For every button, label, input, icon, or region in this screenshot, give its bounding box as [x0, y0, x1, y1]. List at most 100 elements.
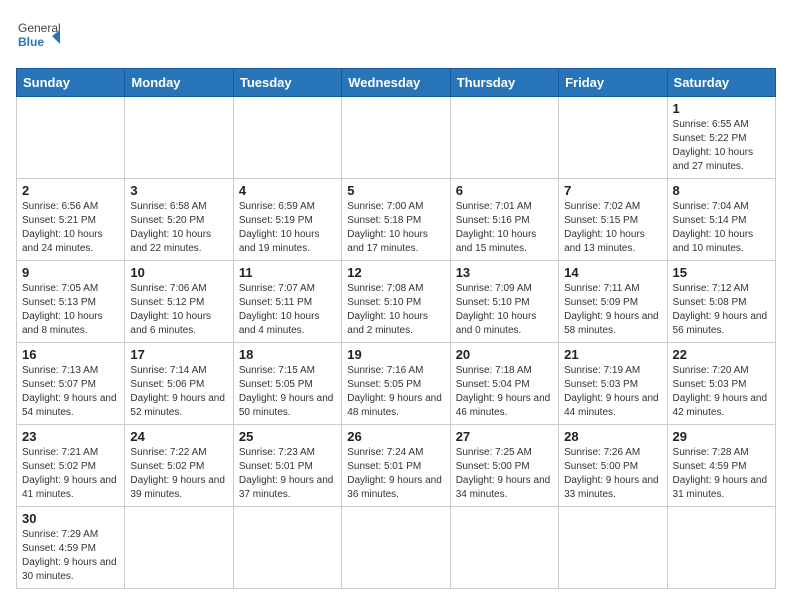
week-row-1: 1Sunrise: 6:55 AM Sunset: 5:22 PM Daylig…: [17, 97, 776, 179]
weekday-header-tuesday: Tuesday: [233, 69, 341, 97]
calendar-cell: 1Sunrise: 6:55 AM Sunset: 5:22 PM Daylig…: [667, 97, 775, 179]
day-info: Sunrise: 7:00 AM Sunset: 5:18 PM Dayligh…: [347, 200, 444, 256]
calendar-cell: [233, 507, 341, 589]
calendar-cell: [450, 97, 558, 179]
calendar-cell: 25Sunrise: 7:23 AM Sunset: 5:01 PM Dayli…: [233, 425, 341, 507]
svg-text:Blue: Blue: [18, 35, 44, 49]
day-info: Sunrise: 7:25 AM Sunset: 5:00 PM Dayligh…: [456, 446, 553, 502]
calendar-cell: 24Sunrise: 7:22 AM Sunset: 5:02 PM Dayli…: [125, 425, 233, 507]
day-info: Sunrise: 7:11 AM Sunset: 5:09 PM Dayligh…: [564, 282, 661, 338]
day-info: Sunrise: 7:24 AM Sunset: 5:01 PM Dayligh…: [347, 446, 444, 502]
calendar-cell: 13 Sunrise: 7:09 AM Sunset: 5:10 PM Dayli…: [450, 261, 558, 343]
day-number: 22: [673, 347, 770, 362]
day-info: Sunrise: 7:28 AM Sunset: 4:59 PM Dayligh…: [673, 446, 770, 502]
day-info: Sunrise: 7:18 AM Sunset: 5:04 PM Dayligh…: [456, 364, 553, 420]
day-info: Sunrise: 7:23 AM Sunset: 5:01 PM Dayligh…: [239, 446, 336, 502]
day-number: 13: [456, 265, 553, 280]
day-number: 20: [456, 347, 553, 362]
day-info: Sunrise: 6:56 AM Sunset: 5:21 PM Dayligh…: [22, 200, 119, 256]
day-info: Sunrise: 7:19 AM Sunset: 5:03 PM Dayligh…: [564, 364, 661, 420]
calendar-cell: 14 Sunrise: 7:11 AM Sunset: 5:09 PM Dayli…: [559, 261, 667, 343]
calendar-cell: 4Sunrise: 6:59 AM Sunset: 5:19 PM Daylig…: [233, 179, 341, 261]
day-info: Sunrise: 7:15 AM Sunset: 5:05 PM Dayligh…: [239, 364, 336, 420]
weekday-header-saturday: Saturday: [667, 69, 775, 97]
calendar-cell: 7 Sunrise: 7:02 AM Sunset: 5:15 PM Daylig…: [559, 179, 667, 261]
calendar-cell: 2 Sunrise: 6:56 AM Sunset: 5:21 PM Daylig…: [17, 179, 125, 261]
logo-graphic: General Blue: [16, 16, 60, 60]
day-number: 6: [456, 183, 553, 198]
day-number: 21: [564, 347, 661, 362]
day-info: Sunrise: 7:16 AM Sunset: 5:05 PM Dayligh…: [347, 364, 444, 420]
day-info: Sunrise: 7:09 AM Sunset: 5:10 PM Dayligh…: [456, 282, 553, 338]
calendar-cell: [125, 507, 233, 589]
day-info: Sunrise: 7:02 AM Sunset: 5:15 PM Dayligh…: [564, 200, 661, 256]
day-number: 11: [239, 265, 336, 280]
calendar-cell: 28 Sunrise: 7:26 AM Sunset: 5:00 PM Dayli…: [559, 425, 667, 507]
day-number: 7: [564, 183, 661, 198]
day-info: Sunrise: 7:07 AM Sunset: 5:11 PM Dayligh…: [239, 282, 336, 338]
day-number: 8: [673, 183, 770, 198]
week-row-3: 9 Sunrise: 7:05 AM Sunset: 5:13 PM Daylig…: [17, 261, 776, 343]
day-number: 10: [130, 265, 227, 280]
week-row-4: 16Sunrise: 7:13 AM Sunset: 5:07 PM Dayli…: [17, 343, 776, 425]
day-number: 15: [673, 265, 770, 280]
day-number: 9: [22, 265, 119, 280]
calendar-cell: 6 Sunrise: 7:01 AM Sunset: 5:16 PM Daylig…: [450, 179, 558, 261]
calendar-cell: [450, 507, 558, 589]
day-number: 2: [22, 183, 119, 198]
calendar-cell: 19 Sunrise: 7:16 AM Sunset: 5:05 PM Dayli…: [342, 343, 450, 425]
calendar-cell: [667, 507, 775, 589]
calendar-cell: 20 Sunrise: 7:18 AM Sunset: 5:04 PM Dayli…: [450, 343, 558, 425]
calendar-cell: [559, 97, 667, 179]
calendar-cell: 5 Sunrise: 7:00 AM Sunset: 5:18 PM Daylig…: [342, 179, 450, 261]
day-number: 18: [239, 347, 336, 362]
day-info: Sunrise: 7:20 AM Sunset: 5:03 PM Dayligh…: [673, 364, 770, 420]
day-number: 16: [22, 347, 119, 362]
weekday-header-thursday: Thursday: [450, 69, 558, 97]
weekday-header-sunday: Sunday: [17, 69, 125, 97]
day-info: Sunrise: 7:21 AM Sunset: 5:02 PM Dayligh…: [22, 446, 119, 502]
day-number: 1: [673, 101, 770, 116]
calendar-cell: 10 Sunrise: 7:06 AM Sunset: 5:12 PM Dayli…: [125, 261, 233, 343]
day-info: Sunrise: 7:12 AM Sunset: 5:08 PM Dayligh…: [673, 282, 770, 338]
day-info: Sunrise: 7:04 AM Sunset: 5:14 PM Dayligh…: [673, 200, 770, 256]
day-number: 5: [347, 183, 444, 198]
day-info: Sunrise: 7:14 AM Sunset: 5:06 PM Dayligh…: [130, 364, 227, 420]
calendar-cell: 18 Sunrise: 7:15 AM Sunset: 5:05 PM Dayli…: [233, 343, 341, 425]
day-info: Sunrise: 7:05 AM Sunset: 5:13 PM Dayligh…: [22, 282, 119, 338]
week-row-6: 30Sunrise: 7:29 AM Sunset: 4:59 PM Dayli…: [17, 507, 776, 589]
day-info: Sunrise: 7:01 AM Sunset: 5:16 PM Dayligh…: [456, 200, 553, 256]
calendar-cell: [125, 97, 233, 179]
calendar-cell: 12Sunrise: 7:08 AM Sunset: 5:10 PM Dayli…: [342, 261, 450, 343]
day-number: 26: [347, 429, 444, 444]
calendar-cell: 23Sunrise: 7:21 AM Sunset: 5:02 PM Dayli…: [17, 425, 125, 507]
logo-container: General Blue: [16, 16, 60, 60]
day-number: 27: [456, 429, 553, 444]
week-row-2: 2 Sunrise: 6:56 AM Sunset: 5:21 PM Daylig…: [17, 179, 776, 261]
day-info: Sunrise: 6:59 AM Sunset: 5:19 PM Dayligh…: [239, 200, 336, 256]
weekday-header-row: SundayMondayTuesdayWednesdayThursdayFrid…: [17, 69, 776, 97]
calendar-cell: [233, 97, 341, 179]
calendar-cell: [17, 97, 125, 179]
logo: General Blue: [16, 16, 60, 60]
calendar-cell: [342, 507, 450, 589]
calendar: SundayMondayTuesdayWednesdayThursdayFrid…: [16, 68, 776, 589]
day-number: 14: [564, 265, 661, 280]
calendar-cell: [559, 507, 667, 589]
header: General Blue: [16, 16, 776, 60]
day-number: 19: [347, 347, 444, 362]
day-info: Sunrise: 7:06 AM Sunset: 5:12 PM Dayligh…: [130, 282, 227, 338]
calendar-cell: 3Sunrise: 6:58 AM Sunset: 5:20 PM Daylig…: [125, 179, 233, 261]
day-number: 28: [564, 429, 661, 444]
day-info: Sunrise: 7:08 AM Sunset: 5:10 PM Dayligh…: [347, 282, 444, 338]
weekday-header-friday: Friday: [559, 69, 667, 97]
calendar-cell: 21 Sunrise: 7:19 AM Sunset: 5:03 PM Dayli…: [559, 343, 667, 425]
svg-text:General: General: [18, 21, 60, 35]
calendar-cell: 29Sunrise: 7:28 AM Sunset: 4:59 PM Dayli…: [667, 425, 775, 507]
calendar-cell: 11 Sunrise: 7:07 AM Sunset: 5:11 PM Dayli…: [233, 261, 341, 343]
day-number: 3: [130, 183, 227, 198]
day-number: 17: [130, 347, 227, 362]
weekday-header-monday: Monday: [125, 69, 233, 97]
day-info: Sunrise: 7:26 AM Sunset: 5:00 PM Dayligh…: [564, 446, 661, 502]
calendar-cell: [342, 97, 450, 179]
